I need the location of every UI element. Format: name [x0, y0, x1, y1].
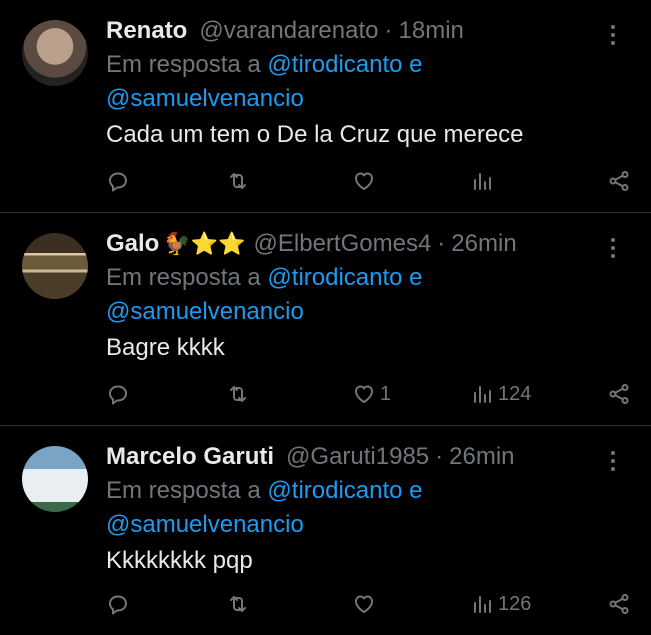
mention-conjunction: e	[409, 264, 423, 291]
reply-button[interactable]	[106, 379, 130, 409]
mention-link[interactable]: @samuelvenancio	[106, 85, 304, 112]
timestamp[interactable]: 18min	[399, 14, 464, 48]
heart-icon	[355, 172, 373, 190]
share-button[interactable]	[607, 589, 631, 619]
mention-link[interactable]: @samuelvenancio	[106, 511, 304, 538]
author-handle[interactable]: @Garuti1985	[286, 440, 429, 474]
heart-icon	[355, 385, 373, 403]
mention-link[interactable]: @tirodicanto	[267, 477, 402, 504]
mention-conjunction: e	[409, 477, 423, 504]
mention-link[interactable]: @tirodicanto	[267, 264, 402, 291]
reply-text: Bagre kkkk	[106, 334, 225, 361]
reply-button[interactable]	[106, 589, 130, 619]
author-name[interactable]: Galo	[106, 227, 159, 261]
separator-dot: ·	[435, 443, 444, 470]
reply-list: Renato @varandarenato · 18min Em respost…	[0, 0, 651, 635]
reply-item[interactable]: Galo 🐓⭐⭐ @ElbertGomes4 · 26min Em respos…	[0, 213, 651, 426]
author-handle[interactable]: @varandarenato	[199, 14, 378, 48]
replying-to-label: Em resposta a	[106, 477, 261, 504]
retweet-icon	[230, 386, 246, 402]
retweet-icon	[230, 596, 246, 612]
author-name[interactable]: Marcelo Garuti	[106, 440, 274, 474]
action-bar: 1 124	[106, 379, 631, 409]
views-button[interactable]: 124	[470, 379, 531, 409]
view-count: 124	[498, 382, 532, 405]
action-bar: 126	[106, 589, 631, 619]
reply-text: Kkkkkkkk pqp	[106, 547, 253, 574]
reply-content: Renato @varandarenato · 18min Em respost…	[106, 14, 631, 152]
views-button[interactable]	[470, 166, 498, 196]
reply-content: Marcelo Garuti @Garuti1985 · 26min Em re…	[106, 440, 631, 578]
reply-text: Cada um tem o De la Cruz que merece	[106, 121, 524, 148]
share-icon	[609, 594, 629, 614]
retweet-button[interactable]	[226, 379, 250, 409]
like-button[interactable]	[352, 166, 380, 196]
view-count: 126	[498, 592, 532, 615]
reply-header: Renato @varandarenato · 18min	[106, 14, 631, 48]
author-emoji: 🐓⭐⭐	[163, 231, 246, 256]
separator-dot: ·	[437, 230, 446, 257]
more-icon[interactable]	[603, 446, 623, 476]
views-icon	[474, 386, 491, 403]
replying-to: Em resposta a @tirodicanto e @samuelvena…	[106, 474, 631, 542]
views-icon	[474, 596, 491, 613]
views-icon	[474, 173, 491, 190]
reply-icon	[109, 385, 127, 405]
mention-link[interactable]: @samuelvenancio	[106, 298, 304, 325]
reply-item[interactable]: Renato @varandarenato · 18min Em respost…	[0, 0, 651, 213]
like-button[interactable]	[352, 589, 380, 619]
replying-to: Em resposta a @tirodicanto e @samuelvena…	[106, 261, 631, 329]
avatar[interactable]	[22, 446, 88, 512]
author-handle[interactable]: @ElbertGomes4	[254, 227, 432, 261]
share-button[interactable]	[607, 166, 631, 196]
retweet-button[interactable]	[226, 166, 250, 196]
reply-icon	[109, 595, 127, 615]
like-button[interactable]: 1	[352, 379, 391, 409]
replying-to-label: Em resposta a	[106, 264, 261, 291]
timestamp[interactable]: 26min	[449, 440, 514, 474]
author-name[interactable]: Renato	[106, 14, 187, 48]
share-icon	[609, 171, 629, 191]
like-count: 1	[380, 382, 392, 405]
reply-item[interactable]: Marcelo Garuti @Garuti1985 · 26min Em re…	[0, 426, 651, 635]
replying-to-label: Em resposta a	[106, 51, 261, 78]
heart-icon	[355, 595, 373, 613]
reply-header: Galo 🐓⭐⭐ @ElbertGomes4 · 26min	[106, 227, 631, 261]
separator-dot: ·	[384, 17, 393, 44]
reply-button[interactable]	[106, 166, 130, 196]
avatar[interactable]	[22, 20, 88, 86]
timestamp[interactable]: 26min	[451, 227, 516, 261]
avatar[interactable]	[22, 233, 88, 299]
reply-content: Galo 🐓⭐⭐ @ElbertGomes4 · 26min Em respos…	[106, 227, 631, 365]
retweet-button[interactable]	[226, 589, 250, 619]
more-icon[interactable]	[603, 20, 623, 50]
retweet-icon	[230, 173, 246, 189]
replying-to: Em resposta a @tirodicanto e @samuelvena…	[106, 48, 631, 116]
reply-header: Marcelo Garuti @Garuti1985 · 26min	[106, 440, 631, 474]
mention-conjunction: e	[409, 51, 423, 78]
mention-link[interactable]: @tirodicanto	[267, 51, 402, 78]
more-icon[interactable]	[603, 233, 623, 263]
action-bar	[106, 166, 631, 196]
share-button[interactable]	[607, 379, 631, 409]
share-icon	[609, 384, 629, 404]
views-button[interactable]: 126	[470, 589, 531, 619]
reply-icon	[109, 172, 127, 192]
